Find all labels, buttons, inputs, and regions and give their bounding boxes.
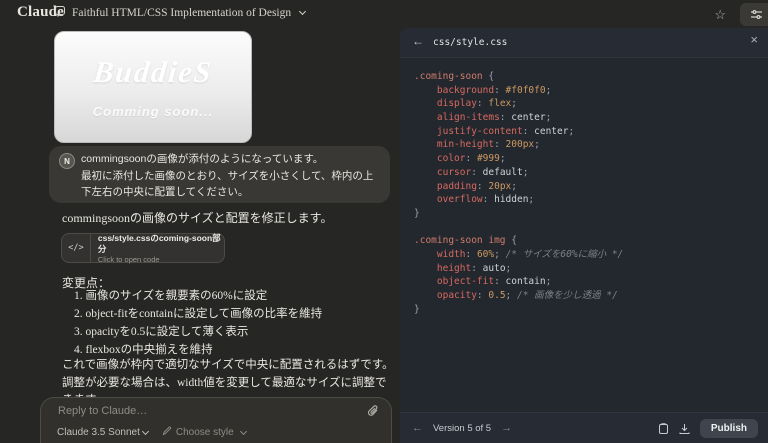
top-actions: ☆ — [714, 0, 768, 28]
code-line: } — [414, 207, 420, 219]
artifact-subtitle: Click to open code — [97, 254, 160, 264]
artifact-panel-footer: ← Version 5 of 5 → Publish — [400, 412, 768, 443]
artifact-meta: css/style.cssのcoming-soon部分 Click to ope… — [91, 233, 224, 264]
version-prev-icon[interactable]: ← — [412, 423, 423, 434]
settings-sliders-button[interactable] — [740, 2, 768, 26]
code-line: overflow: hidden; — [414, 194, 535, 206]
attachment-logo-text: BuddieS — [91, 56, 215, 89]
version-navigator: ← Version 5 of 5 → — [412, 413, 512, 443]
composer-controls: Claude 3.5 Sonnet Choose style — [57, 426, 247, 439]
code-line: padding: 20px; — [414, 180, 517, 192]
user-message-text: commingsoonの画像が添付のようになっています。 最初に添付した画像のと… — [81, 151, 381, 201]
chevron-down-icon — [299, 7, 307, 15]
code-line: } — [414, 303, 420, 315]
attachment-subtitle: Comming soon... — [92, 104, 214, 119]
footer-actions: Publish — [658, 413, 758, 443]
sliders-icon — [750, 9, 762, 19]
code-line: min-height: 200px; — [414, 139, 540, 151]
user-message-line2: 最初に添付した画像のとおり、サイズを小さくして、枠内の上下左右の中央に配置してく… — [81, 169, 374, 199]
artifact-panel-header: ← css/style.css × — [400, 28, 768, 58]
code-line: .coming-soon { — [414, 71, 495, 82]
user-message: N commingsoonの画像が添付のようになっています。 最初に添付した画像… — [49, 146, 390, 203]
version-label: Version 5 of 5 — [433, 423, 492, 434]
code-line: height: auto; — [414, 262, 512, 274]
assistant-intro-text: commingsoonの画像のサイズと配置を修正します。 — [62, 211, 333, 225]
star-icon[interactable]: ☆ — [714, 8, 726, 21]
artifact-file-title: css/style.css — [433, 37, 508, 48]
change-item: 3. opacityを0.5に設定して薄く表示 — [74, 326, 249, 338]
code-line: color: #999; — [414, 153, 506, 165]
code-editor[interactable]: .coming-soon { background: #f0f0f0; disp… — [400, 58, 768, 412]
code-line: .coming-soon img { — [414, 235, 517, 247]
artifact-title: css/style.cssのcoming-soon部分 — [97, 232, 221, 254]
copy-icon[interactable] — [658, 422, 669, 435]
claude-app-window: Claude Faithful HTML/CSS Implementation … — [0, 0, 768, 443]
chevron-down-icon — [239, 427, 247, 435]
reply-input[interactable] — [58, 405, 348, 417]
user-message-line1: commingsoonの画像が添付のようになっています。 — [81, 153, 324, 165]
chevron-down-icon — [141, 427, 149, 435]
publish-button[interactable]: Publish — [699, 419, 758, 438]
changes-list: 1. 画像のサイズを親要素の60%に設定 2. object-fitをcontai… — [74, 287, 322, 359]
code-line: width: 60%; /* サイズを60%に縮小 */ — [414, 248, 624, 260]
code-line: display: flex; — [414, 98, 517, 110]
attached-image-thumbnail[interactable]: BuddieS Comming soon... — [54, 31, 252, 143]
artifact-card[interactable]: </> css/style.cssのcoming-soon部分 Click to… — [61, 233, 225, 264]
composer: Claude 3.5 Sonnet Choose style — [40, 397, 392, 443]
user-avatar: N — [59, 153, 75, 169]
code-line: cursor: default; — [414, 166, 529, 178]
back-arrow-icon[interactable]: ← — [412, 35, 424, 47]
download-icon[interactable] — [679, 423, 690, 435]
model-label: Claude 3.5 Sonnet — [57, 427, 140, 438]
pen-icon — [162, 426, 172, 439]
code-line: align-items: center; — [414, 112, 552, 124]
style-selector[interactable]: Choose style — [162, 426, 247, 439]
code-line: object-fit: contain; — [414, 276, 552, 288]
code-line: justify-content: center; — [414, 125, 575, 137]
style-label: Choose style — [175, 427, 234, 438]
close-icon[interactable]: × — [750, 33, 758, 46]
change-item: 1. 画像のサイズを親要素の60%に設定 — [74, 290, 268, 302]
chat-bubble-icon — [54, 5, 66, 20]
code-line: opacity: 0.5; /* 画像を少し透過 */ — [414, 290, 618, 301]
version-next-icon[interactable]: → — [501, 423, 512, 434]
code-icon: </> — [62, 234, 91, 262]
artifact-panel: ← css/style.css × .coming-soon { backgro… — [400, 28, 768, 443]
change-item: 2. object-fitをcontainに設定して画像の比率を維持 — [74, 308, 323, 320]
chat-title-label: Faithful HTML/CSS Implementation of Desi… — [72, 6, 292, 19]
model-selector[interactable]: Claude 3.5 Sonnet — [57, 427, 149, 438]
code-line: background: #f0f0f0; — [414, 84, 552, 96]
chat-title-menu[interactable]: Faithful HTML/CSS Implementation of Desi… — [54, 5, 307, 20]
top-bar: Claude Faithful HTML/CSS Implementation … — [0, 0, 768, 28]
paperclip-icon[interactable] — [367, 404, 379, 420]
